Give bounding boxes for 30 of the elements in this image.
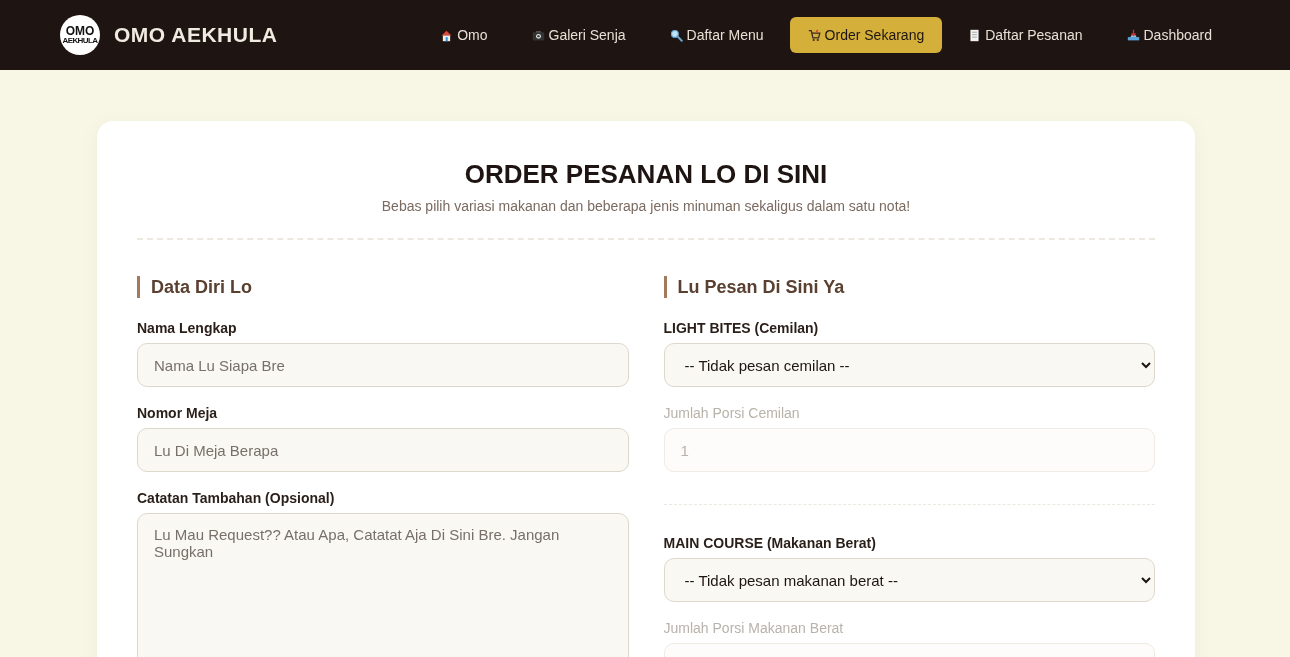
- brand-name[interactable]: OMO AEKHULA: [114, 23, 278, 47]
- text-field[interactable]: Lu Di Meja Berapa: [137, 428, 629, 472]
- dropdown-field[interactable]: -- Tidak pesan cemilan --: [663, 343, 1155, 387]
- nav-link[interactable]: Dashboard: [1108, 17, 1230, 53]
- receipt-icon: [968, 28, 982, 42]
- house-icon: [440, 28, 454, 42]
- field-label: Nama Lengkap: [137, 320, 238, 336]
- field-label: MAIN COURSE (Makanan Berat): [663, 535, 877, 551]
- field-label: Jumlah Porsi Cemilan: [663, 405, 801, 421]
- nav-link[interactable]: Daftar Pesanan: [950, 17, 1101, 53]
- notes-field[interactable]: Lu Mau Request?? Atau Apa, Catatat Aja Di Sini Bre. Jangan Sungkan: [137, 513, 629, 657]
- page-title: ORDER PESANAN LO DI SINI: [463, 159, 829, 190]
- dropdown-field[interactable]: -- Tidak pesan makanan berat --: [663, 558, 1155, 602]
- cart-icon: [807, 28, 821, 42]
- page-subtitle: Bebas pilih variasi makanan dan beberapa jenis minuman sekaligus dalam satu nota!: [380, 198, 912, 214]
- logo[interactable]: OMO AEKHULA: [60, 15, 100, 55]
- camera-icon: [531, 28, 545, 42]
- inbox-icon: [1126, 28, 1140, 42]
- field-label: Catatan Tambahan (Opsional): [137, 490, 336, 506]
- nav-link[interactable]: Galeri Senja: [513, 17, 644, 53]
- section-heading: Lu Pesan Di Sini Ya: [663, 276, 1155, 298]
- field-label: Jumlah Porsi Makanan Berat: [663, 620, 845, 636]
- text-field[interactable]: Nama Lu Siapa Bre: [137, 343, 629, 387]
- nav-link[interactable]: Daftar Menu: [651, 17, 782, 53]
- magnifier-icon: [669, 28, 683, 42]
- field-label: LIGHT BITES (Cemilan): [663, 320, 820, 336]
- nav-link[interactable]: Omo: [422, 17, 506, 53]
- section-heading: Data Diri Lo: [137, 276, 629, 298]
- nav-link[interactable]: Order Sekarang: [789, 17, 943, 53]
- field-label: Nomor Meja: [137, 405, 219, 421]
